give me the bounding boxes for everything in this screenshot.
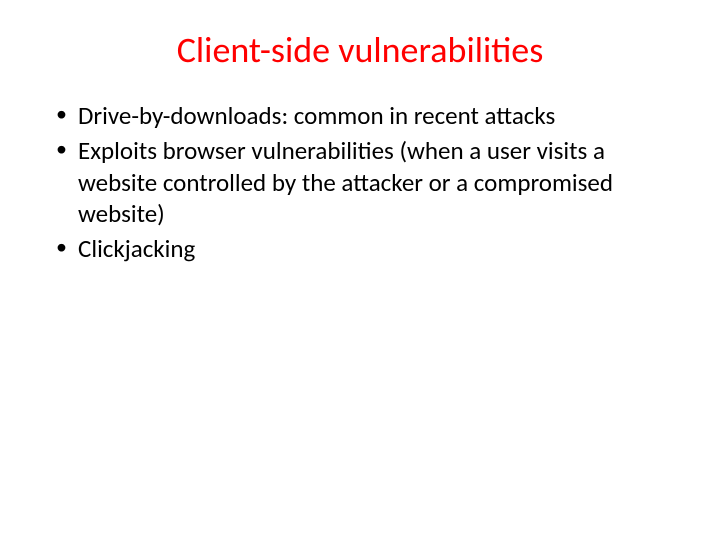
bullet-list: Drive-by-downloads: common in recent att… (40, 100, 680, 264)
list-item: Drive-by-downloads: common in recent att… (56, 100, 680, 131)
slide-title: Client-side vulnerabilities (40, 28, 680, 72)
list-item: Exploits browser vulnerabilities (when a… (56, 135, 680, 229)
slide: Client-side vulnerabilities Drive-by-dow… (0, 0, 720, 540)
list-item: Clickjacking (56, 233, 680, 264)
